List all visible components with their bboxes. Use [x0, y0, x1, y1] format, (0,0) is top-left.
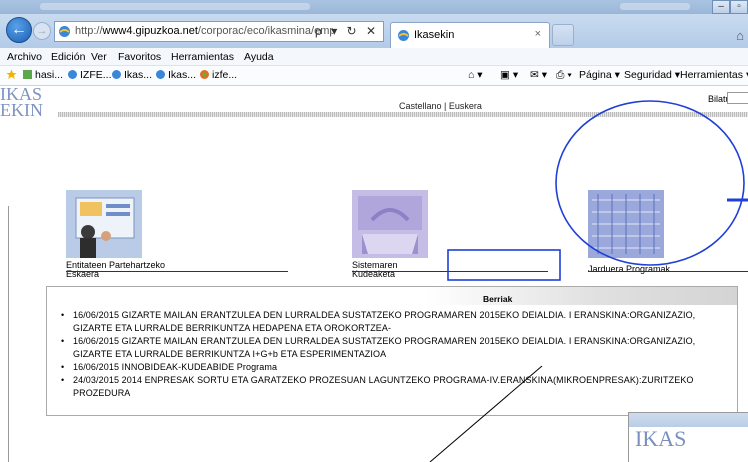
fav-colorful-icon — [200, 70, 209, 79]
tools-menu[interactable]: Herramientas ▾ — [680, 69, 748, 81]
ie-fav-icon — [112, 70, 121, 79]
news-item[interactable]: 16/06/2015 GIZARTE MAILAN ERANTZULEA DEN… — [61, 335, 721, 361]
menu-bar: Archivo Edición Ver Favoritos Herramient… — [0, 48, 748, 66]
browser-navbar: ← → http://www4.gipuzkoa.net/corporac/ec… — [0, 14, 748, 48]
tile-sistemaren-underline — [352, 271, 548, 272]
news-item[interactable]: 24/03/2015 2014 ENPRESAK SORTU ETA GARAT… — [61, 374, 721, 400]
search-input[interactable] — [727, 92, 748, 104]
thumbnail-titlebar — [629, 413, 748, 427]
menu-ayuda[interactable]: Ayuda — [244, 51, 274, 63]
print-icon[interactable]: ⎙ ▾ — [556, 69, 572, 82]
tile-sistemaren[interactable]: Sistemaren Kudeaketa — [352, 190, 552, 279]
menu-favoritos[interactable]: Favoritos — [118, 51, 161, 63]
back-arrow-icon[interactable]: ← — [6, 17, 32, 43]
mail-icon[interactable]: ✉ ▾ — [530, 69, 547, 81]
tile-entitateen[interactable]: Entitateen Partehartzeko Eskaera — [66, 190, 286, 279]
window-titlebar: – ▫ — [0, 0, 748, 14]
fav-green-icon — [23, 70, 32, 79]
tile-jarduera-underline — [588, 271, 748, 272]
news-title: Berriak — [483, 294, 513, 304]
menu-edicion[interactable]: Edición — [51, 51, 85, 63]
ie-fav-icon — [68, 70, 77, 79]
news-item[interactable]: 16/06/2015 GIZARTE MAILAN ERANTZULEA DEN… — [61, 309, 721, 335]
tile-entitateen-image — [66, 190, 142, 258]
news-item[interactable]: 16/06/2015 INNOBIDEAK-KUDEABIDE Programa — [61, 361, 721, 374]
web-page: IKAS EKIN Castellano | Euskera Bilatu: E… — [0, 85, 748, 462]
fav-izfe-2[interactable]: izfe... — [199, 69, 237, 81]
page-menu[interactable]: Página ▾ — [579, 69, 620, 81]
tile-jarduera[interactable]: Jarduera Programak — [588, 190, 748, 274]
tab-title: Ikasekin — [414, 29, 455, 41]
ikasekin-logo[interactable]: IKAS EKIN — [0, 85, 60, 119]
address-bar[interactable]: http://www4.gipuzkoa.net/corporac/eco/ik… — [54, 21, 384, 42]
home-command-icon[interactable]: ⌂ ▾ — [468, 69, 483, 81]
forward-arrow-icon[interactable]: → — [33, 22, 51, 40]
news-list: 16/06/2015 GIZARTE MAILAN ERANTZULEA DEN… — [61, 309, 721, 400]
minimize-button[interactable]: – — [712, 0, 730, 14]
restore-button[interactable]: ▫ — [730, 0, 748, 14]
menu-ver[interactable]: Ver — [91, 51, 107, 63]
page-left-border — [8, 206, 9, 462]
news-header: Berriak — [47, 287, 737, 305]
thumbnail-logo: IKAS — [635, 426, 687, 451]
fav-ikas-1[interactable]: Ikas... — [111, 69, 152, 81]
new-tab-button[interactable] — [552, 24, 574, 46]
tab-close-icon[interactable]: × — [535, 28, 541, 40]
fav-izfe[interactable]: IZFE... — [67, 69, 112, 81]
ie-tab-icon — [398, 30, 409, 41]
favorites-bar: hasi... IZFE... Ikas... Ikas... izfe... … — [0, 66, 748, 86]
tab-ikasekin[interactable]: Ikasekin × — [390, 22, 550, 48]
safety-menu[interactable]: Seguridad ▾ — [624, 69, 680, 81]
feeds-icon[interactable]: ▣ ▾ — [500, 69, 518, 81]
favorites-star-icon[interactable] — [6, 69, 19, 81]
blurred-window-title-right — [620, 3, 690, 10]
fav-hasi[interactable]: hasi... — [22, 69, 63, 81]
address-url[interactable]: http://www4.gipuzkoa.net/corporac/eco/ik… — [75, 25, 333, 37]
inset-screenshot-thumbnail: IKAS — [628, 412, 748, 462]
language-links[interactable]: Castellano | Euskera — [399, 101, 482, 111]
ie-page-icon — [59, 26, 70, 37]
tile-jarduera-image — [588, 190, 664, 258]
fav-ikas-2[interactable]: Ikas... — [155, 69, 196, 81]
news-panel: Berriak 16/06/2015 GIZARTE MAILAN ERANTZ… — [46, 286, 738, 416]
header-divider — [58, 112, 748, 117]
home-icon[interactable]: ⌂ — [736, 28, 744, 43]
blurred-window-title — [40, 3, 310, 10]
tile-entitateen-underline — [66, 271, 288, 272]
tile-jarduera-label: Jarduera Programak — [588, 264, 671, 274]
address-actions-icons[interactable]: ρ ▾ ↻ ✕ — [315, 24, 379, 38]
menu-herramientas[interactable]: Herramientas — [171, 51, 234, 63]
ie-fav-icon — [156, 70, 165, 79]
menu-archivo[interactable]: Archivo — [7, 51, 42, 63]
tile-sistemaren-image — [352, 190, 428, 258]
